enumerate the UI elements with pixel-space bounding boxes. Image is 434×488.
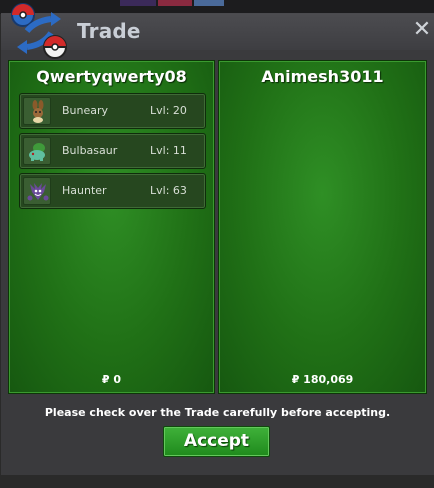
bulbasaur-icon [23,137,51,165]
trade-notice: Please check over the Trade carefully be… [44,406,391,419]
close-icon[interactable]: ✕ [411,17,433,43]
pokemon-slot-bulbasaur[interactable]: Bulbasaur Lvl: 11 [19,133,206,169]
right-trader-money: ₽ 180,069 [291,373,354,386]
left-trader-money: ₽ 0 [101,373,122,386]
pokemon-level: Lvl: 11 [150,144,187,157]
right-trader-panel: Animesh3011 ₽ 180,069 [218,60,427,394]
pokemon-level: Lvl: 20 [150,104,187,117]
window-title: Trade [77,19,141,43]
pokemon-slot-buneary[interactable]: Buneary Lvl: 20 [19,93,206,129]
haunter-icon [23,177,51,205]
background-strip-bottom [0,475,434,488]
pokemon-name: Haunter [62,184,107,197]
pokemon-level: Lvl: 63 [150,184,187,197]
pokemon-slot-haunter[interactable]: Haunter Lvl: 63 [19,173,206,209]
right-trader-name: Animesh3011 [261,67,384,86]
left-trader-name: Qwertyqwerty08 [36,67,187,86]
buneary-icon [23,97,51,125]
title-bar[interactable]: Trade ✕ [1,3,434,59]
trade-window: Trade ✕ Qwertyqwerty08 Buneary Lvl: 20 B… [1,3,434,475]
pokeball-trade-icon [11,3,67,59]
pokemon-name: Bulbasaur [62,144,118,157]
pokemon-name: Buneary [62,104,109,117]
left-trader-panel: Qwertyqwerty08 Buneary Lvl: 20 Bulbasaur… [8,60,215,394]
accept-button[interactable]: Accept [163,426,270,457]
